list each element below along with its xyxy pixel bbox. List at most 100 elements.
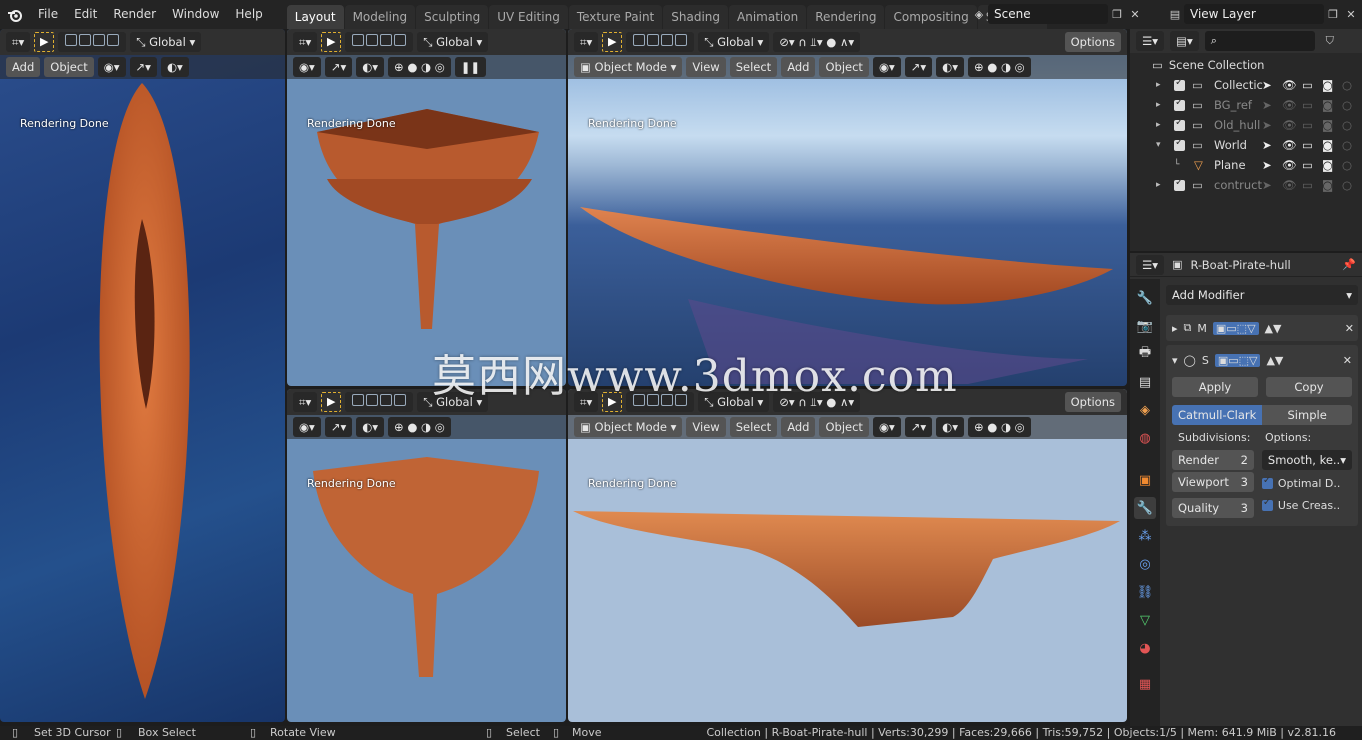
hide-in-viewport-icon[interactable]: 👁 [1282,138,1297,152]
disable-in-render-icon[interactable]: ◙ [1322,158,1333,172]
material-tab-icon[interactable]: ◕ [1134,637,1156,659]
outliner-row[interactable]: ▾ ▭ World ➤ 👁 ▭ ◙ ○ [1130,135,1362,155]
pause-icon[interactable]: ❚❚ [454,57,487,77]
select-tool-icon[interactable]: ▶ [321,392,342,412]
menu-select[interactable]: Select [729,57,778,77]
select-tool-icon[interactable]: ▶ [34,32,55,52]
holdout-icon[interactable]: ○ [1342,138,1352,152]
viewport-front-low[interactable]: ⌗▾ ▶ ⤡ Global ▾ ◉▾ ↗▾ ◐▾ ⊕ ● ◑ ◎ Renderi… [287,389,566,722]
expand-arrow-icon[interactable]: ▸ [1156,100,1161,110]
properties-editor-icon[interactable]: ☰▾ [1136,254,1165,275]
selectable-icon[interactable]: ➤ [1262,138,1272,152]
shading-modes[interactable]: ⊕ ● ◑ ◎ [967,57,1031,77]
scene-tab-icon[interactable]: ◈ [1134,399,1156,421]
collapse-icon[interactable]: ▾ [1172,354,1178,367]
disable-in-viewport-icon[interactable]: ▭ [1302,138,1313,152]
use-creases-checkbox[interactable]: Use Creas.. [1261,496,1352,514]
add-modifier-dropdown[interactable]: Add Modifier ▾ [1166,285,1358,305]
menu-edit[interactable]: Edit [66,0,105,29]
particles-tab-icon[interactable]: ⁂ [1134,525,1156,547]
expand-arrow-icon[interactable]: ▸ [1156,180,1161,190]
holdout-icon[interactable]: ○ [1342,78,1352,92]
exclude-checkbox-icon[interactable] [1174,117,1185,131]
delete-scene-icon[interactable]: ✕ [1126,5,1144,23]
outliner-search-input[interactable]: ⌕ [1204,31,1315,51]
selectable-icon[interactable]: ➤ [1262,98,1272,112]
hide-in-viewport-icon[interactable]: 👁 [1282,178,1297,192]
holdout-icon[interactable]: ○ [1342,98,1352,112]
object-tab-icon[interactable]: ▣ [1134,469,1156,491]
viewport-levels-field[interactable]: Viewport 3 [1172,472,1254,492]
visibility-icon[interactable]: ◉▾ [293,57,321,77]
menu-file[interactable]: File [30,0,66,29]
new-scene-icon[interactable]: ❐ [1108,5,1126,23]
options-button[interactable]: Options [1064,32,1121,52]
selectable-icon[interactable]: ➤ [1262,178,1272,192]
disable-in-viewport-icon[interactable]: ▭ [1302,98,1313,112]
disable-in-render-icon[interactable]: ◙ [1322,98,1333,112]
disable-in-viewport-icon[interactable]: ▭ [1302,178,1313,192]
viewport-top[interactable]: ⌗▾ ▶ ⤡ Global ▾ Add Object ◉▾ ↗▾ ◐▾ Rend… [0,29,285,722]
catmull-clark-button[interactable]: Catmull-Clark [1172,405,1263,425]
options-button[interactable]: Options [1064,392,1121,412]
move-arrows-icon[interactable]: ▲▼ [1266,354,1283,367]
selectable-icon[interactable]: ➤ [1262,78,1272,92]
modifier-display-icons[interactable]: ▣▭⬚▽ [1214,353,1261,367]
overlay-icon[interactable]: ◐▾ [356,417,385,437]
physics-tab-icon[interactable]: ◎ [1134,553,1156,575]
outliner-editor-icon[interactable]: ☰▾ [1136,31,1165,51]
outliner-row[interactable]: ▸ ▭ Old_hull➤ 👁 ▭ ◙ ○ [1130,115,1362,135]
scene-name[interactable]: Scene [988,4,1108,24]
viewport-side[interactable]: ⌗▾ ▶ ⤡ Global ▾ ⊘▾ ∩ ⫫▾ ● ∧▾ Options ▣ O… [568,389,1127,722]
apply-button[interactable]: Apply [1172,377,1258,397]
holdout-icon[interactable]: ○ [1342,158,1352,172]
tab-layout[interactable]: Layout [286,4,344,29]
exclude-checkbox-icon[interactable] [1174,97,1185,111]
disable-in-render-icon[interactable]: ◙ [1322,78,1333,92]
menu-add[interactable]: Add [781,57,816,77]
outliner-row[interactable]: └ ▽ Plane ➤ 👁 ▭ ◙ ○ [1130,155,1362,175]
modifier-name[interactable]: S [1202,354,1209,367]
collapse-icon[interactable]: ▸ [1172,322,1178,335]
visibility-icon[interactable]: ◉▾ [872,57,901,77]
delete-view-layer-icon[interactable]: ✕ [1342,5,1360,23]
new-view-layer-icon[interactable]: ❐ [1324,5,1342,23]
tab-texture-paint[interactable]: Texture Paint [568,4,663,29]
menu-view[interactable]: View [686,417,726,437]
editor-type-icon[interactable]: ⌗▾ [293,32,318,52]
pin-icon[interactable]: 📌 [1340,256,1358,274]
modifier-tab-icon[interactable]: 🔧 [1134,497,1156,519]
selectable-icon[interactable]: ➤ [1262,118,1272,132]
holdout-icon[interactable]: ○ [1342,118,1352,132]
holdout-icon[interactable]: ○ [1342,178,1352,192]
display-mode-icon[interactable]: ▤▾ [1170,31,1199,51]
disable-in-viewport-icon[interactable]: ▭ [1302,78,1313,92]
tool-tab-icon[interactable]: 🔧 [1134,287,1156,309]
tab-modeling[interactable]: Modeling [344,4,416,29]
hide-in-viewport-icon[interactable]: 👁 [1282,158,1297,172]
outliner-row[interactable]: ▸ ▭ Collectic➤ 👁 ▭ ◙ ○ [1130,75,1362,95]
shading-modes[interactable]: ⊕ ● ◑ ◎ [967,417,1031,437]
gizmo-icon[interactable]: ↗▾ [324,417,353,437]
hide-in-viewport-icon[interactable]: 👁 [1282,98,1297,112]
uv-smooth-dropdown[interactable]: Smooth, ke.. ▾ [1261,450,1352,470]
selectable-icon[interactable]: ➤ [1262,158,1272,172]
viewport-front[interactable]: ⌗▾ ▶ ⤡ Global ▾ ◉▾ ↗▾ ◐▾ ⊕ ● ◑ ◎ ❚❚ Rend… [287,29,566,386]
gizmo-icon[interactable]: ↗▾ [129,57,157,77]
filter-icon[interactable]: ⛉ [1321,32,1339,50]
hide-in-viewport-icon[interactable]: 👁 [1282,118,1297,132]
disable-in-viewport-icon[interactable]: ▭ [1302,158,1313,172]
menu-object[interactable]: Object [819,57,869,77]
scene-collection-row[interactable]: ▭ Scene Collection [1130,55,1362,75]
data-tab-icon[interactable]: ▽ [1134,609,1156,631]
exclude-checkbox-icon[interactable] [1174,77,1185,91]
disable-in-render-icon[interactable]: ◙ [1322,138,1333,152]
gizmo-icon[interactable]: ↗▾ [324,57,353,77]
visibility-icon[interactable]: ◉▾ [97,57,126,77]
overlay-icon[interactable]: ◐▾ [356,57,385,77]
texture-tab-icon[interactable]: ▦ [1134,673,1156,695]
select-tool-icon[interactable]: ▶ [321,32,342,52]
exclude-checkbox-icon[interactable] [1174,137,1185,151]
shading-modes[interactable]: ⊕ ● ◑ ◎ [388,57,451,77]
view-layer-tab-icon[interactable]: ▤ [1134,371,1156,393]
